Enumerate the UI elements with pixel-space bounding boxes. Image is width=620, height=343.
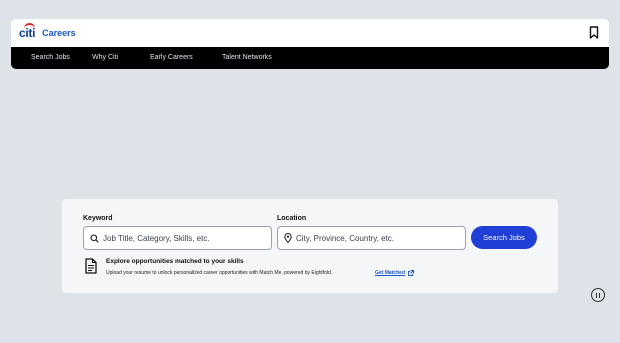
location-pin-icon bbox=[284, 233, 292, 243]
pause-icon-bar-left bbox=[595, 292, 598, 298]
keyword-field[interactable] bbox=[83, 226, 272, 250]
keyword-input[interactable] bbox=[103, 233, 263, 243]
citi-logo: citi bbox=[19, 23, 35, 40]
search-icon bbox=[90, 233, 99, 243]
external-link-icon bbox=[408, 270, 414, 276]
pause-button[interactable] bbox=[591, 288, 605, 302]
job-search-card: Keyword Location Search Jobs Explore opp… bbox=[62, 199, 558, 293]
careers-title: Careers bbox=[42, 28, 76, 38]
search-jobs-button[interactable]: Search Jobs bbox=[471, 226, 537, 249]
keyword-label: Keyword bbox=[83, 215, 113, 222]
pause-icon-bar-right bbox=[598, 292, 601, 298]
match-title: Explore opportunities matched to your sk… bbox=[106, 258, 244, 265]
location-input[interactable] bbox=[296, 233, 456, 243]
main-nav: Search Jobs Why Citi Early Careers Talen… bbox=[11, 47, 609, 69]
match-description: Upload your resume to unlock personalize… bbox=[106, 270, 333, 276]
citi-careers-logo[interactable]: citi Careers bbox=[19, 23, 76, 40]
nav-item-early-careers[interactable]: Early Careers bbox=[150, 54, 193, 61]
nav-item-search-jobs[interactable]: Search Jobs bbox=[31, 54, 70, 61]
location-label: Location bbox=[277, 215, 307, 222]
header-bar: citi Careers bbox=[11, 19, 609, 47]
get-matched-label: Get Matched bbox=[375, 270, 406, 276]
location-field[interactable] bbox=[277, 226, 466, 250]
nav-item-why-citi[interactable]: Why Citi bbox=[92, 54, 118, 61]
document-icon bbox=[85, 258, 97, 274]
nav-item-talent-networks[interactable]: Talent Networks bbox=[222, 54, 272, 61]
get-matched-link[interactable]: Get Matched bbox=[375, 270, 414, 276]
bookmark-icon[interactable] bbox=[589, 26, 599, 39]
